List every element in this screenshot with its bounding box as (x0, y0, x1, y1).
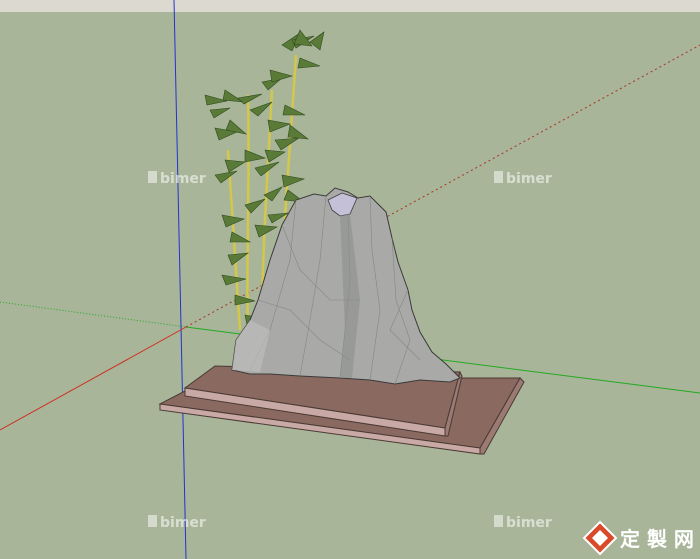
watermark-text: bimer (506, 171, 552, 187)
sketchup-viewport[interactable]: bimer bimer bimer bimer 定 製 网 (0, 0, 700, 559)
sky-band (0, 0, 700, 12)
watermark-text: bimer (160, 515, 206, 531)
bimer-logo-icon (494, 171, 503, 183)
logo-text: 定 製 网 (620, 527, 694, 551)
bimer-logo-icon (148, 515, 157, 527)
watermark-text: bimer (506, 515, 552, 531)
watermark-text: bimer (160, 171, 206, 187)
bimer-logo-icon (148, 171, 157, 183)
model-scene: bimer bimer bimer bimer 定 製 网 (0, 0, 700, 559)
bimer-logo-icon (494, 515, 503, 527)
site-logo[interactable]: 定 製 网 (582, 520, 694, 556)
